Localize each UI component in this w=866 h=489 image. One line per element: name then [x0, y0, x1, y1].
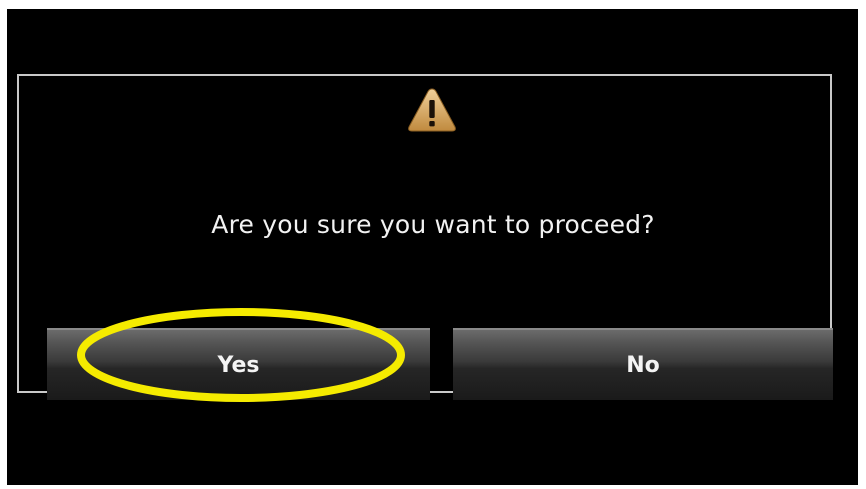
yes-button-label: Yes [217, 352, 260, 378]
yes-button[interactable]: Yes [47, 328, 430, 400]
warning-icon [408, 88, 456, 132]
confirm-message: Are you sure you want to proceed? [211, 210, 655, 239]
no-button[interactable]: No [453, 328, 833, 400]
no-button-label: No [626, 352, 660, 378]
